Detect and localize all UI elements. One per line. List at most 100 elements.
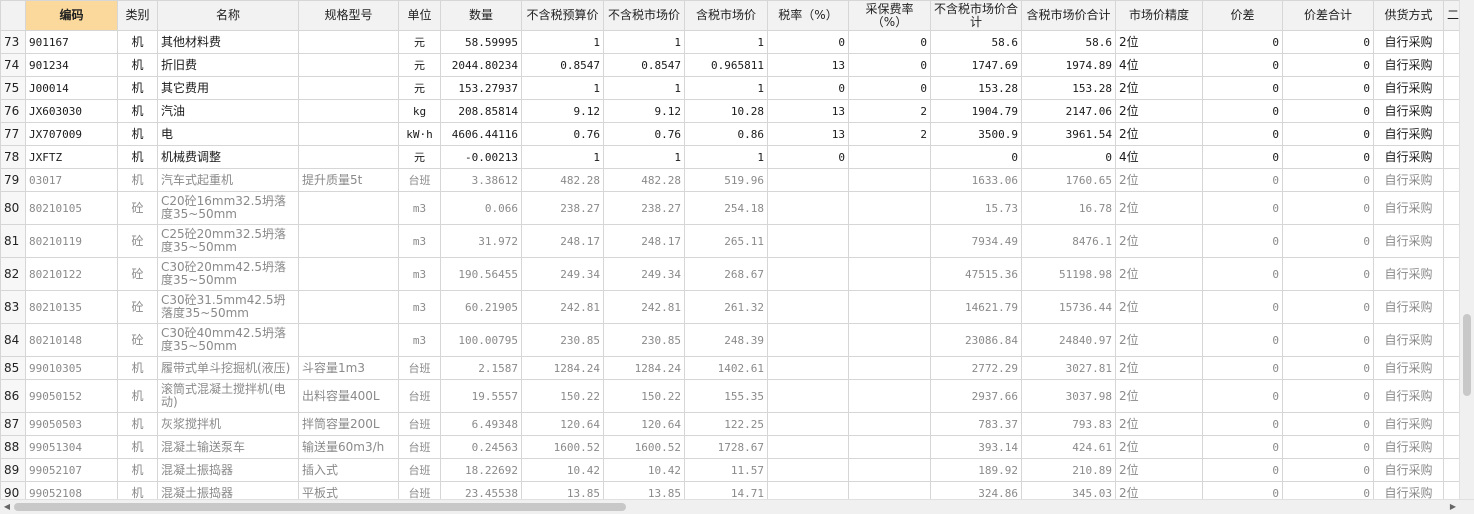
table-row[interactable]: 80 80210105 砼 C20砼16mm32.5坍落度35~50mm m3 0.066…: [0, 191, 1464, 225]
cell-market-total[interactable]: 783.37: [930, 412, 1022, 436]
cell-name[interactable]: 机械费调整: [157, 145, 299, 169]
cell-market-price[interactable]: 0.76: [603, 122, 685, 146]
cell-supply[interactable]: 自行采购: [1373, 191, 1444, 225]
cell-precision[interactable]: 2位: [1115, 257, 1203, 291]
cell-market-price-tax[interactable]: 10.28: [684, 99, 768, 123]
cell-market-price-tax[interactable]: 0.965811: [684, 53, 768, 77]
table-row[interactable]: 88 99051304 机混凝土输送泵车 输送量60m3/h 台班 0.24563 1600…: [0, 435, 1464, 459]
cell-budget-price[interactable]: 1600.52: [521, 435, 604, 459]
cell-supply[interactable]: 自行采购: [1373, 356, 1444, 380]
cell-market-price[interactable]: 1: [603, 30, 685, 54]
cell-budget-price[interactable]: 230.85: [521, 323, 604, 357]
table-row[interactable]: 77 JX707009 机电 kW·h 4606.44116 0.76 0.76 0.86 13…: [0, 122, 1464, 146]
cell-supply[interactable]: 自行采购: [1373, 379, 1444, 413]
cell-tax-rate[interactable]: [767, 290, 849, 324]
cell-diff[interactable]: 0: [1202, 356, 1283, 380]
cell-diff[interactable]: 0: [1202, 257, 1283, 291]
cell-supply[interactable]: 自行采购: [1373, 458, 1444, 482]
cell-unit[interactable]: 台班: [398, 458, 441, 482]
cell-precision[interactable]: 2位: [1115, 290, 1203, 324]
header-code[interactable]: 编码: [25, 0, 118, 31]
table-row[interactable]: 82 80210122 砼 C30砼20mm42.5坍落度35~50mm m3 190.5…: [0, 257, 1464, 291]
table-row[interactable]: 89 99052107 机混凝土振捣器 插入式 台班 18.22692 10.42 10.42…: [0, 458, 1464, 482]
cell-precision[interactable]: 2位: [1115, 323, 1203, 357]
cell-diff[interactable]: 0: [1202, 76, 1283, 100]
table-row[interactable]: 75 J00014 机其它费用元 153.27937 1 1 1 0 0 153.28 153.28…: [0, 76, 1464, 100]
cell-quantity[interactable]: 2.1587: [440, 356, 522, 380]
cell-unit[interactable]: 台班: [398, 379, 441, 413]
cell-market-total[interactable]: 23086.84: [930, 323, 1022, 357]
cell-name[interactable]: 折旧费: [157, 53, 299, 77]
cell-precision[interactable]: 2位: [1115, 30, 1203, 54]
cell-market-total-tax[interactable]: 0: [1021, 145, 1116, 169]
cell-unit[interactable]: 元: [398, 30, 441, 54]
cell-unit[interactable]: m3: [398, 323, 441, 357]
cell-spec[interactable]: [298, 53, 399, 77]
cell-unit[interactable]: m3: [398, 224, 441, 258]
cell-diff[interactable]: 0: [1202, 379, 1283, 413]
cell-code[interactable]: 99052107: [25, 458, 118, 482]
cell-supply[interactable]: 自行采购: [1373, 76, 1444, 100]
cell-fee-rate[interactable]: 0: [848, 53, 931, 77]
cell-name[interactable]: 汽油: [157, 99, 299, 123]
table-row[interactable]: 76 JX603030 机汽油 kg 208.85814 9.12 9.12 10.28 13 2…: [0, 99, 1464, 123]
cell-market-total[interactable]: 2772.29: [930, 356, 1022, 380]
cell-budget-price[interactable]: 120.64: [521, 412, 604, 436]
cell-tax-rate[interactable]: [767, 224, 849, 258]
cell-market-total-tax[interactable]: 8476.1: [1021, 224, 1116, 258]
cell-name[interactable]: C30砼31.5mm42.5坍落度35~50mm: [157, 290, 299, 324]
cell-type[interactable]: 机: [117, 145, 158, 169]
cell-budget-price[interactable]: 9.12: [521, 99, 604, 123]
cell-unit[interactable]: 台班: [398, 168, 441, 192]
table-row[interactable]: 86 99050152 机滚筒式混凝土搅拌机(电动) 出料容量400L 台班 19.555…: [0, 379, 1464, 413]
header-unit[interactable]: 单位: [398, 0, 441, 31]
cell-market-total[interactable]: 1904.79: [930, 99, 1022, 123]
cell-supply[interactable]: 自行采购: [1373, 53, 1444, 77]
cell-type[interactable]: 机: [117, 435, 158, 459]
cell-market-price[interactable]: 248.17: [603, 224, 685, 258]
cell-quantity[interactable]: 3.38612: [440, 168, 522, 192]
cell-supply[interactable]: 自行采购: [1373, 122, 1444, 146]
cell-code[interactable]: 99010305: [25, 356, 118, 380]
cell-diff[interactable]: 0: [1202, 53, 1283, 77]
cell-market-price[interactable]: 1284.24: [603, 356, 685, 380]
cell-fee-rate[interactable]: [848, 145, 931, 169]
header-precision[interactable]: 市场价精度: [1115, 0, 1203, 31]
table-row[interactable]: 79 03017 机汽车式起重机 提升质量5t 台班 3.38612 482.28 482.2…: [0, 168, 1464, 192]
cell-market-total-tax[interactable]: 424.61: [1021, 435, 1116, 459]
cell-spec[interactable]: [298, 122, 399, 146]
cell-diff-total[interactable]: 0: [1282, 30, 1374, 54]
cell-type[interactable]: 机: [117, 168, 158, 192]
cell-budget-price[interactable]: 0.76: [521, 122, 604, 146]
cell-market-price-tax[interactable]: 1402.61: [684, 356, 768, 380]
cell-fee-rate[interactable]: [848, 379, 931, 413]
cell-name[interactable]: 混凝土输送泵车: [157, 435, 299, 459]
cell-market-total[interactable]: 153.28: [930, 76, 1022, 100]
cell-market-total[interactable]: 1633.06: [930, 168, 1022, 192]
cell-name[interactable]: 其它费用: [157, 76, 299, 100]
cell-supply[interactable]: 自行采购: [1373, 323, 1444, 357]
cell-quantity[interactable]: 19.5557: [440, 379, 522, 413]
header-budget-price[interactable]: 不含税预算价: [521, 0, 604, 31]
scroll-right-arrow-icon[interactable]: ▶: [1446, 500, 1460, 514]
cell-market-total-tax[interactable]: 3037.98: [1021, 379, 1116, 413]
cell-market-price-tax[interactable]: 265.11: [684, 224, 768, 258]
cell-market-total[interactable]: 0: [930, 145, 1022, 169]
cell-market-total-tax[interactable]: 1974.89: [1021, 53, 1116, 77]
cell-market-total[interactable]: 2937.66: [930, 379, 1022, 413]
cell-market-price-tax[interactable]: 0.86: [684, 122, 768, 146]
cell-market-price[interactable]: 482.28: [603, 168, 685, 192]
cell-supply[interactable]: 自行采购: [1373, 145, 1444, 169]
cell-code[interactable]: J00014: [25, 76, 118, 100]
cell-diff[interactable]: 0: [1202, 323, 1283, 357]
cell-market-total-tax[interactable]: 153.28: [1021, 76, 1116, 100]
table-row[interactable]: 85 99010305 机履带式单斗挖掘机(液压) 斗容量1m3 台班 2.1587 128…: [0, 356, 1464, 380]
cell-fee-rate[interactable]: 0: [848, 30, 931, 54]
cell-diff-total[interactable]: 0: [1282, 356, 1374, 380]
header-spec[interactable]: 规格型号: [298, 0, 399, 31]
cell-diff[interactable]: 0: [1202, 168, 1283, 192]
cell-quantity[interactable]: 0.24563: [440, 435, 522, 459]
cell-fee-rate[interactable]: 0: [848, 76, 931, 100]
cell-fee-rate[interactable]: 2: [848, 99, 931, 123]
horizontal-scroll-thumb[interactable]: [14, 503, 626, 511]
